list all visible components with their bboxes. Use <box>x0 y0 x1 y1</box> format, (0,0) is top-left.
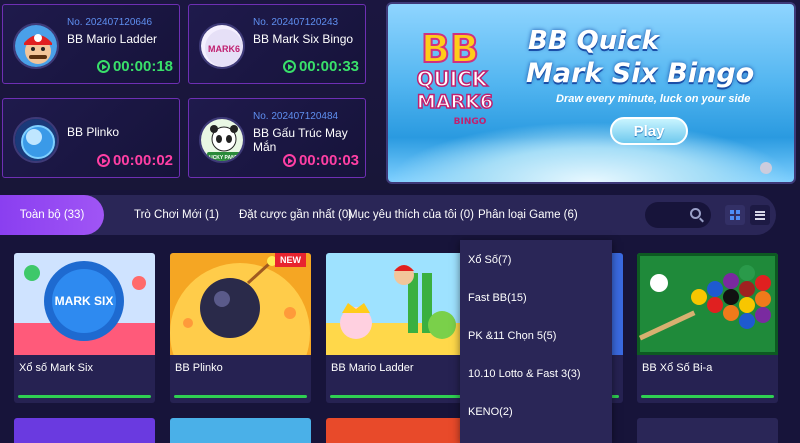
draw-card-plinko[interactable]: BB Plinko 00:00:02 <box>2 98 180 178</box>
progress-bar <box>174 395 307 398</box>
banner-play-button[interactable]: Play <box>610 117 688 145</box>
tab-favorites[interactable]: Mục yêu thích của tôi (0) <box>348 195 474 235</box>
progress-bar <box>18 395 151 398</box>
tab-recent-bets[interactable]: Đặt cược gần nhất (0) <box>239 195 352 235</box>
draw-number: No. 202407120484 <box>253 111 339 122</box>
countdown-timer: 00:00:03 <box>282 152 359 169</box>
game-thumbnail <box>170 253 311 355</box>
game-card-mark-six[interactable]: MARK SIX Xổ số Mark Six <box>14 253 155 403</box>
dropdown-item-keno[interactable]: KENO(2) <box>468 406 513 418</box>
banner-title-line2: Mark Six Bingo <box>526 58 755 89</box>
game-card-mario-ladder[interactable]: BB Mario Ladder <box>326 253 467 403</box>
game-card-row2-1[interactable] <box>14 418 155 443</box>
play-clock-icon <box>96 60 110 73</box>
new-badge: NEW <box>275 253 306 267</box>
mark-six-avatar: MARK6 <box>199 23 245 69</box>
mark6-logo-text: MARK6 <box>208 44 240 54</box>
svg-text:QUICK: QUICK <box>417 67 489 91</box>
countdown-timer: 00:00:02 <box>96 152 173 169</box>
play-clock-icon <box>282 154 296 167</box>
tab-new-games[interactable]: Trò Chơi Mới (1) <box>134 195 219 235</box>
game-thumbnail: MARK SIX <box>14 253 155 355</box>
search-icon <box>690 208 701 219</box>
draw-game-name: BB Gấu Trúc May Mắn <box>253 126 348 154</box>
play-clock-icon <box>282 60 296 73</box>
promo-banner[interactable]: BB QUICK MARK6 BINGO BB Quick Mark Six B… <box>386 2 796 184</box>
draw-number: No. 202407120646 <box>67 17 153 28</box>
panda-logo-text: LUCKY PANDA <box>206 155 242 161</box>
game-thumbnail <box>326 253 467 355</box>
game-name: Xổ số Mark Six <box>19 362 93 374</box>
svg-text:MARK SIX: MARK SIX <box>55 294 114 308</box>
game-card-row2-5[interactable] <box>637 418 778 443</box>
svg-text:BINGO: BINGO <box>454 117 487 127</box>
game-card-billiards[interactable]: BB Xổ Số Bi-a <box>637 253 778 403</box>
quick-mark-six-logo: BB QUICK MARK6 BINGO <box>416 26 494 127</box>
game-name: BB Mario Ladder <box>331 362 414 374</box>
game-name: BB Xổ Số Bi-a <box>642 362 713 374</box>
draw-game-name: BB Mark Six Bingo <box>253 32 354 46</box>
grid-icon <box>730 210 740 220</box>
list-icon <box>755 210 765 220</box>
countdown-value: 00:00:18 <box>112 58 173 75</box>
banner-subtitle: Draw every minute, luck on your side <box>556 93 751 105</box>
draw-card-lucky-panda[interactable]: LUCKY PANDA No. 202407120484 BB Gấu Trúc… <box>188 98 366 178</box>
dropdown-item-lottery[interactable]: Xổ Số(7) <box>468 254 511 266</box>
progress-bar <box>330 395 463 398</box>
dropdown-item-pk-11-pick-5[interactable]: PK &11 Chọn 5(5) <box>468 330 556 342</box>
progress-bar <box>641 395 774 398</box>
svg-text:BB: BB <box>421 27 479 71</box>
game-thumbnail <box>637 253 778 355</box>
countdown-value: 00:00:33 <box>298 58 359 75</box>
tab-all[interactable]: Toàn bộ (33) <box>0 195 104 235</box>
grid-view-button[interactable] <box>725 205 745 225</box>
game-card-row2-3[interactable] <box>326 418 467 443</box>
game-name: BB Plinko <box>175 362 223 374</box>
dropdown-item-lotto-fast3[interactable]: 10.10 Lotto & Fast 3(3) <box>468 368 581 380</box>
game-card-plinko[interactable]: NEW BB Plinko <box>170 253 311 403</box>
plinko-avatar <box>13 117 59 163</box>
search-input[interactable] <box>645 202 711 228</box>
tab-game-categories[interactable]: Phân loại Game (6) <box>478 195 578 235</box>
countdown-timer: 00:00:33 <box>282 58 359 75</box>
play-clock-icon <box>96 154 110 167</box>
draw-game-name: BB Mario Ladder <box>67 32 158 46</box>
banner-title-line1: BB Quick <box>528 26 659 56</box>
mario-avatar <box>13 23 59 69</box>
game-card-row2-2[interactable] <box>170 418 311 443</box>
dropdown-item-fast-bb[interactable]: Fast BB(15) <box>468 292 527 304</box>
svg-text:MARK6: MARK6 <box>417 91 493 113</box>
panda-avatar: LUCKY PANDA <box>199 117 245 163</box>
countdown-timer: 00:00:18 <box>96 58 173 75</box>
draw-card-mark-six-bingo[interactable]: MARK6 No. 202407120243 BB Mark Six Bingo… <box>188 4 366 84</box>
draw-card-mario-ladder[interactable]: No. 202407120646 BB Mario Ladder 00:00:1… <box>2 4 180 84</box>
countdown-value: 00:00:03 <box>298 152 359 169</box>
draw-game-name: BB Plinko <box>67 125 120 139</box>
list-view-button[interactable] <box>750 205 770 225</box>
carousel-dot[interactable] <box>760 162 772 174</box>
game-category-dropdown: Xổ Số(7) Fast BB(15) PK &11 Chọn 5(5) 10… <box>460 240 612 443</box>
draw-number: No. 202407120243 <box>253 17 339 28</box>
countdown-value: 00:00:02 <box>112 152 173 169</box>
